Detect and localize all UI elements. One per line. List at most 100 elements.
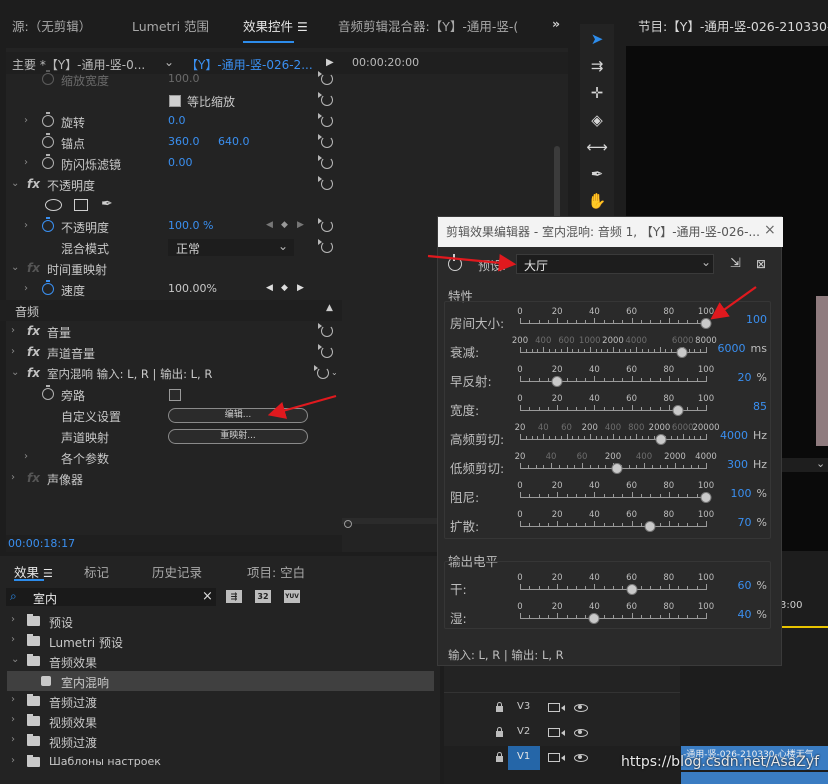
clear-search-icon[interactable]: × xyxy=(202,589,213,604)
chevron-down-icon[interactable]: ⌄ xyxy=(331,368,338,377)
collapse-chevron-icon[interactable]: ⌄ xyxy=(11,654,19,665)
tab-lumetri-scopes[interactable]: Lumetri 范围 xyxy=(132,16,209,35)
list-item[interactable]: › 预设 xyxy=(7,611,434,631)
expand-chevron-icon[interactable]: › xyxy=(24,157,28,168)
play-icon[interactable]: ▶ xyxy=(326,57,334,68)
track-v2[interactable]: V2 xyxy=(444,721,680,745)
slider-value[interactable]: 100 xyxy=(746,313,767,326)
remap-button[interactable]: 重映射... xyxy=(168,429,308,444)
expand-chevron-icon[interactable]: › xyxy=(11,694,15,705)
eye-icon[interactable] xyxy=(574,754,588,762)
chevron-down-icon[interactable]: ⌄ xyxy=(164,55,174,69)
anti-flicker-value[interactable]: 0.00 xyxy=(168,156,193,169)
expand-chevron-icon[interactable]: › xyxy=(24,283,28,294)
reset-icon[interactable] xyxy=(318,344,333,358)
slider-value[interactable]: 20% xyxy=(738,371,767,384)
expand-chevron-icon[interactable]: › xyxy=(11,634,15,645)
slip-tool-icon[interactable]: ⟷ xyxy=(584,136,610,158)
bypass-checkbox[interactable] xyxy=(169,389,181,401)
eye-icon[interactable] xyxy=(574,704,588,712)
reset-icon[interactable] xyxy=(318,71,333,85)
pen-mask-icon[interactable]: ✒ xyxy=(101,196,113,212)
list-item[interactable]: › 视频过渡 xyxy=(7,731,434,751)
slider-knob[interactable] xyxy=(700,318,712,329)
prev-keyframe-icon[interactable]: ◀ xyxy=(266,283,273,293)
slider-knob[interactable] xyxy=(672,405,684,416)
reset-icon[interactable] xyxy=(318,134,333,148)
delete-preset-icon[interactable]: ⊠ xyxy=(756,257,766,271)
panel-menu-icon[interactable]: ☰ xyxy=(297,20,308,34)
stopwatch-icon[interactable] xyxy=(42,280,54,295)
razor-tool-icon[interactable]: ◈ xyxy=(584,109,610,131)
stopwatch-icon[interactable] xyxy=(42,154,54,169)
blend-mode-select[interactable]: 正常 ⌄ xyxy=(168,239,294,256)
reset-icon[interactable] xyxy=(318,239,333,253)
tab-program[interactable]: 节目:【Y】-通用-竖-026-210330-心 xyxy=(638,16,828,35)
more-tabs-icon[interactable]: » xyxy=(552,16,560,31)
slider-value[interactable]: 40% xyxy=(738,608,767,621)
lock-icon[interactable] xyxy=(496,702,503,712)
current-timecode[interactable]: 00:00:18:17 xyxy=(8,537,75,550)
expand-chevron-icon[interactable]: › xyxy=(11,472,15,483)
expand-chevron-icon[interactable]: › xyxy=(11,614,15,625)
expand-chevron-icon[interactable]: › xyxy=(24,115,28,126)
stopwatch-icon[interactable] xyxy=(42,112,54,127)
list-item[interactable]: › 音频过渡 xyxy=(7,691,434,711)
pen-tool-icon[interactable]: ✒ xyxy=(584,163,610,185)
slider-knob[interactable] xyxy=(676,347,688,358)
expand-chevron-icon[interactable]: › xyxy=(11,755,15,766)
preset-select[interactable]: 大厅 ⌄ xyxy=(516,254,714,274)
eye-icon[interactable] xyxy=(574,729,588,737)
next-keyframe-icon[interactable]: ▶ xyxy=(297,283,304,293)
tab-project[interactable]: 项目: 空白 xyxy=(247,562,305,581)
effects-search-input[interactable]: ⌕ 室内 × xyxy=(6,588,216,606)
toggle-sync-icon[interactable] xyxy=(548,728,565,737)
ripple-edit-tool-icon[interactable]: ✛ xyxy=(584,82,610,104)
reset-icon[interactable] xyxy=(318,218,333,232)
track-select-tool-icon[interactable]: ⇉ xyxy=(584,55,610,77)
edit-button[interactable]: 编辑... xyxy=(168,408,308,423)
fx-icon[interactable]: fx xyxy=(27,324,40,338)
close-icon[interactable]: × xyxy=(764,222,776,238)
fx-icon[interactable]: fx xyxy=(27,345,40,359)
tab-audio-mixer[interactable]: 音频剪辑混合器:【Y】-通用-竖-( xyxy=(338,16,534,35)
prev-keyframe-icon[interactable]: ◀ xyxy=(266,220,273,230)
tab-markers[interactable]: 标记 xyxy=(84,562,109,581)
tab-effect-controls[interactable]: 效果控件 ☰ xyxy=(243,16,308,43)
scroll-handle[interactable] xyxy=(344,520,352,528)
anchor-x-value[interactable]: 360.0 xyxy=(168,135,200,148)
list-item[interactable]: › Lumetri 预设 xyxy=(7,631,434,651)
slider-knob[interactable] xyxy=(644,521,656,532)
slider-value[interactable]: 300 Hz xyxy=(727,458,767,471)
collapse-chevron-icon[interactable]: ⌄ xyxy=(11,367,19,378)
reset-icon[interactable] xyxy=(318,176,333,190)
slider-knob[interactable] xyxy=(655,434,667,445)
timeline-clip-audio[interactable] xyxy=(681,772,828,784)
hand-tool-icon[interactable]: ✋ xyxy=(584,190,610,212)
yuv-effects-icon[interactable]: YUV xyxy=(284,590,300,603)
rectangle-mask-icon[interactable] xyxy=(74,199,88,211)
slider-value[interactable]: 4000 Hz xyxy=(720,429,767,442)
expand-chevron-icon[interactable]: › xyxy=(11,734,15,745)
reset-icon[interactable] xyxy=(318,155,333,169)
uniform-scale-checkbox[interactable] xyxy=(169,95,181,107)
list-item-selected[interactable]: 室内混响 xyxy=(7,671,434,691)
chevron-down-icon[interactable]: ⌄ xyxy=(816,457,825,470)
list-item[interactable]: ⌄ 音频效果 xyxy=(7,651,434,671)
lock-icon[interactable] xyxy=(496,727,503,737)
accelerated-effects-icon[interactable]: ⇶ xyxy=(226,590,242,603)
slider-value[interactable]: 85 xyxy=(753,400,767,413)
slider-value[interactable]: 70% xyxy=(738,516,767,529)
list-item[interactable]: › 视频效果 xyxy=(7,711,434,731)
rotation-value[interactable]: 0.0 xyxy=(168,114,186,127)
expand-chevron-icon[interactable]: › xyxy=(11,325,15,336)
stopwatch-icon[interactable] xyxy=(42,385,54,400)
slider-knob[interactable] xyxy=(611,463,623,474)
anchor-y-value[interactable]: 640.0 xyxy=(218,135,250,148)
scale-width-value[interactable]: 100.0 xyxy=(168,72,200,85)
stopwatch-icon[interactable] xyxy=(42,70,54,85)
speed-value[interactable]: 100.00% xyxy=(168,282,217,295)
expand-chevron-icon[interactable]: › xyxy=(11,346,15,357)
list-item[interactable]: › Шаблоны настроек xyxy=(7,752,434,772)
reset-icon[interactable] xyxy=(314,365,329,379)
